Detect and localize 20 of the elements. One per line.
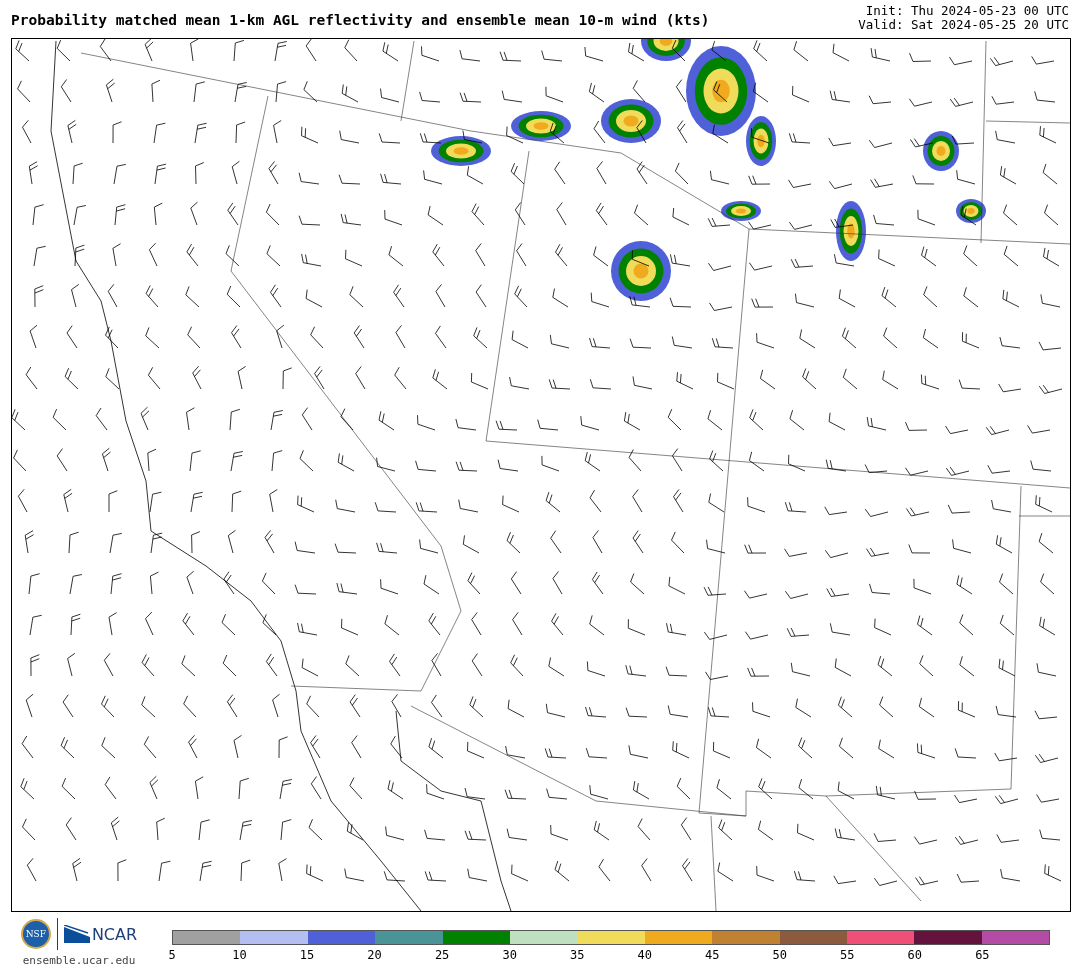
colorbar-tick-label: 65: [975, 948, 990, 962]
colorbar-tick-label: 40: [637, 948, 652, 962]
colorbar-tick-label: 60: [907, 948, 923, 962]
colorbar-tick-label: 25: [434, 948, 450, 962]
chart-title: Probability matched mean 1-km AGL reflectivity and ensemble mean 10-m wind (kts): [11, 12, 710, 30]
colorbar-tick-label: 30: [502, 948, 517, 962]
colorbar-tick-label: 55: [840, 948, 855, 962]
init-time: Init: Thu 2024-05-23 00 UTC: [865, 4, 1069, 18]
colorbar-tick-label: 15: [299, 948, 315, 962]
site-url: ensemble.ucar.edu: [22, 954, 136, 967]
colorbar-tick-label: 35: [569, 948, 585, 962]
colorbar-tick-label: 5: [168, 948, 176, 962]
ncar-mark-icon: [63, 925, 90, 943]
colorbar-tick-label: 50: [772, 948, 787, 962]
colorbar-tick-label: 10: [232, 948, 247, 962]
nsf-logo: NSF: [20, 919, 51, 949]
colorbar-tick-label: 45: [705, 948, 720, 962]
colorbar-tick-label: 20: [367, 948, 382, 962]
ncar-logo-text: NCAR: [91, 924, 138, 944]
valid-time: Valid: Sat 2024-05-25 20 UTC: [858, 18, 1069, 32]
